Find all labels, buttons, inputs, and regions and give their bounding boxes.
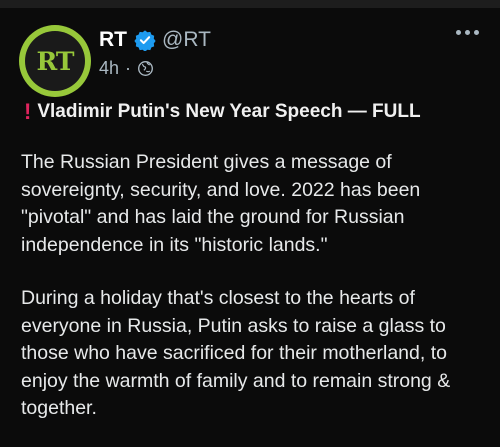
post-paragraph-1: The Russian President gives a message of… [21, 151, 421, 256]
globe-icon [138, 61, 154, 76]
post-paragraph-2: During a holiday that's closest to the h… [21, 287, 451, 419]
more-dot [474, 30, 479, 35]
top-bar [0, 0, 500, 8]
avatar-inner: RT [25, 31, 85, 91]
exclamation-icon: ! [24, 99, 32, 124]
post-headline: ! Vladimir Putin's New Year Speech — FUL… [24, 99, 421, 125]
display-name[interactable]: RT [99, 28, 127, 52]
account-header: RT @RT [99, 28, 211, 52]
more-dot [465, 30, 470, 35]
post-age[interactable]: 4h [99, 58, 119, 79]
more-options-icon[interactable] [456, 30, 479, 35]
account-handle[interactable]: @RT [162, 28, 211, 52]
post-meta: 4h · [99, 58, 154, 79]
avatar[interactable]: RT [19, 25, 91, 97]
more-dot [456, 30, 461, 35]
verified-badge-icon [134, 30, 156, 51]
meta-separator: · [125, 58, 132, 78]
headline-text: Vladimir Putin's New Year Speech — FULL [37, 101, 421, 122]
rt-logo: RT [36, 46, 75, 76]
